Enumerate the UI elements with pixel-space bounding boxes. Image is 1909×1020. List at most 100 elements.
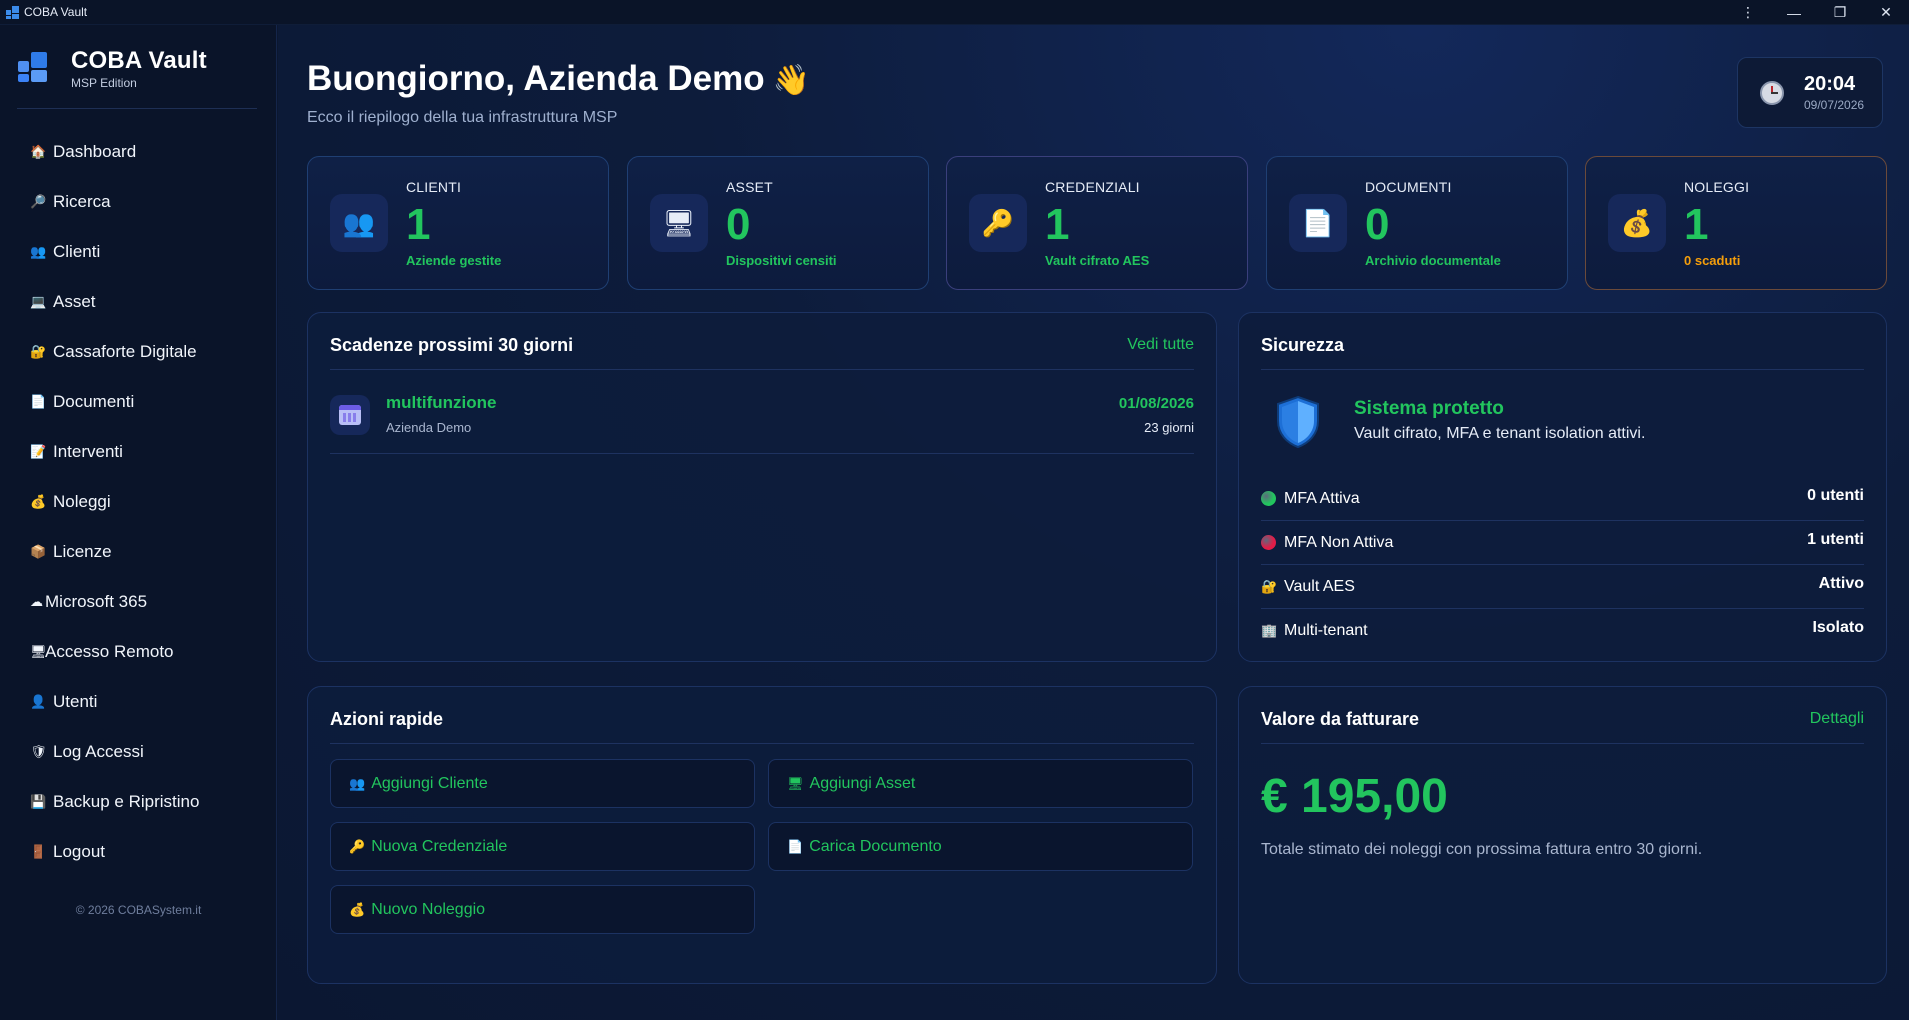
brand-edition: MSP Edition <box>71 75 137 90</box>
sidebar-item-clienti[interactable]: 👥 Clienti <box>0 227 277 277</box>
quick-action-label: Nuova Credenziale <box>371 837 508 855</box>
sidebar-item-label: Logout <box>53 842 105 861</box>
key-icon: 🔑 <box>349 838 366 854</box>
sidebar-item-licenze[interactable]: 📦 Licenze <box>0 527 277 577</box>
clock-date: 09/07/2026 <box>1804 98 1865 112</box>
money-bag-icon: 💰 <box>30 494 47 509</box>
cloud-icon: ☁ <box>30 594 43 609</box>
sidebar-item-label: Clienti <box>53 242 101 261</box>
sidebar-item-backup-e-ripristino[interactable]: 💾 Backup e Ripristino <box>0 777 277 827</box>
clock-time: 20:04 <box>1804 73 1856 95</box>
sidebar-item-label: Asset <box>53 292 96 311</box>
clock-icon <box>1760 80 1784 105</box>
memo-icon: 📝 <box>30 444 47 459</box>
door-icon: 🚪 <box>30 844 47 859</box>
quick-action-aggiungi-asset-button[interactable]: 🖥 Aggiungi Asset <box>768 759 1193 808</box>
sidebar-item-label: Noleggi <box>53 492 111 511</box>
app-logo-icon <box>6 5 19 19</box>
minimize-icon[interactable]: — <box>1771 0 1817 25</box>
stat-value: 1 <box>406 200 431 249</box>
more-options-icon[interactable]: ⋮ <box>1725 0 1771 25</box>
stat-subtitle: Archivio documentale <box>1365 253 1501 268</box>
sidebar-item-noleggi[interactable]: 💰 Noleggi <box>0 477 277 527</box>
details-link[interactable]: Dettagli <box>1810 710 1864 728</box>
desktop-icon: 🖥 <box>30 644 47 659</box>
users-icon: 👥 <box>349 775 366 791</box>
sidebar-item-cassaforte-digitale[interactable]: 🔐 Cassaforte Digitale <box>0 327 277 377</box>
waving-hand-icon: 👋 <box>772 64 810 97</box>
security-row-label: MFA Non Attiva <box>1284 533 1394 551</box>
quick-action-nuova-credenziale-button[interactable]: 🔑 Nuova Credenziale <box>330 822 755 871</box>
sidebar-item-label: Licenze <box>53 542 112 561</box>
sidebar-item-label: Microsoft 365 <box>45 592 148 611</box>
deadline-date: 01/08/2026 <box>1118 395 1194 412</box>
main-content: Buongiorno, Azienda Demo 👋 Ecco il riepil… <box>278 25 1909 1020</box>
view-all-link[interactable]: Vedi tutte <box>1127 336 1194 354</box>
stat-card-clienti[interactable]: 👥 CLIENTI 1 Aziende gestite <box>307 156 609 290</box>
quick-action-label: Carica Documento <box>809 837 942 855</box>
security-row-value: 1 utenti <box>1807 530 1864 548</box>
sidebar-footer: © 2026 COBASystem.it <box>75 903 202 917</box>
stat-card-credenziali[interactable]: 🔑 CREDENZIALI 1 Vault cifrato AES <box>946 156 1248 290</box>
sidebar-item-log-accessi[interactable]: 🛡 Log Accessi <box>0 727 277 777</box>
sidebar-item-label: Documenti <box>53 392 135 411</box>
user-icon: 👤 <box>30 694 47 709</box>
shield-icon: 🛡 <box>30 744 47 759</box>
window-titlebar: COBA Vault ⋮ — ❐ ✕ <box>0 0 1909 25</box>
laptop-icon: 💻 <box>30 294 47 309</box>
deadline-item[interactable]: multifunzione Azienda Demo 01/08/2026 23… <box>330 393 1194 454</box>
security-row-label: MFA Attiva <box>1284 489 1360 507</box>
sidebar-item-utenti[interactable]: 👤 Utenti <box>0 677 277 727</box>
security-row-value: Isolato <box>1812 619 1864 636</box>
stat-label: ASSET <box>726 179 773 195</box>
security-row-value: Attivo <box>1818 574 1864 592</box>
quick-action-label: Aggiungi Asset <box>809 774 916 792</box>
floppy-disk-icon: 💾 <box>30 794 47 809</box>
quick-action-label: Aggiungi Cliente <box>371 774 488 792</box>
stat-card-noleggi[interactable]: 💰 NOLEGGI 1 0 scaduti <box>1585 156 1887 290</box>
panel-divider <box>330 743 1194 744</box>
document-icon: 📄 <box>787 838 804 854</box>
sidebar-item-ricerca[interactable]: 🔎 Ricerca <box>0 177 277 227</box>
sidebar-nav: 🏠 Dashboard 🔎 Ricerca 👥 Clienti 💻 Asset 🔐 Cassafo… <box>0 127 277 877</box>
stat-value: 0 <box>726 200 751 249</box>
security-row-value: 0 utenti <box>1807 486 1864 504</box>
stat-label: CREDENZIALI <box>1045 179 1140 195</box>
quick-actions-panel: Azioni rapide 👥 Aggiungi Cliente 🖥 Aggiungi… <box>307 686 1217 984</box>
stat-card-documenti[interactable]: 📄 DOCUMENTI 0 Archivio documentale <box>1266 156 1568 290</box>
billing-amount: € 195,00 <box>1261 770 1448 823</box>
sidebar-item-accesso-remoto[interactable]: 🖥 Accesso Remoto <box>0 627 277 677</box>
security-status-description: Vault cifrato, MFA e tenant isolation at… <box>1354 425 1646 442</box>
brand-name: COBA Vault <box>71 46 207 74</box>
sidebar-item-asset[interactable]: 💻 Asset <box>0 277 277 327</box>
sidebar-item-logout[interactable]: 🚪 Logout <box>0 827 277 877</box>
quick-action-nuovo-noleggio-button[interactable]: 💰 Nuovo Noleggio <box>330 885 755 934</box>
building-icon: 🏢 <box>1261 623 1278 638</box>
sidebar-item-interventi[interactable]: 📝 Interventi <box>0 427 277 477</box>
shield-icon <box>1277 395 1319 449</box>
red-dot-icon <box>1261 535 1276 550</box>
quick-action-aggiungi-cliente-button[interactable]: 👥 Aggiungi Cliente <box>330 759 755 808</box>
sidebar-item-microsoft-365[interactable]: ☁ Microsoft 365 <box>0 577 277 627</box>
close-icon[interactable]: ✕ <box>1863 0 1909 25</box>
brand-logo-icon <box>18 51 52 85</box>
lock-icon: 🔐 <box>1261 578 1278 594</box>
stat-subtitle: Dispositivi censiti <box>726 253 837 268</box>
package-icon: 📦 <box>30 544 47 559</box>
sidebar-item-dashboard[interactable]: 🏠 Dashboard <box>0 127 277 177</box>
brand[interactable]: COBA Vault MSP Edition <box>18 46 207 90</box>
quick-action-label: Nuovo Noleggio <box>371 900 486 918</box>
stat-card-asset[interactable]: 🖥 ASSET 0 Dispositivi censiti <box>627 156 929 290</box>
green-dot-icon <box>1261 491 1276 506</box>
quick-action-carica-documento-button[interactable]: 📄 Carica Documento <box>768 822 1193 871</box>
page-title: Buongiorno, Azienda Demo 👋 <box>307 59 810 99</box>
deadlines-title: Scadenze prossimi 30 giorni <box>330 335 574 355</box>
stat-value: 1 <box>1684 200 1709 249</box>
key-icon: 🔑 <box>969 194 1027 252</box>
restore-icon[interactable]: ❐ <box>1817 0 1863 25</box>
quick-actions-title: Azioni rapide <box>330 709 444 729</box>
billing-panel: Valore da fatturare Dettagli € 195,00 To… <box>1238 686 1887 984</box>
sidebar-item-documenti[interactable]: 📄 Documenti <box>0 377 277 427</box>
security-row: MFA Non Attiva 1 utenti <box>1261 521 1864 565</box>
greeting-text: Buongiorno, Azienda Demo <box>307 59 765 98</box>
